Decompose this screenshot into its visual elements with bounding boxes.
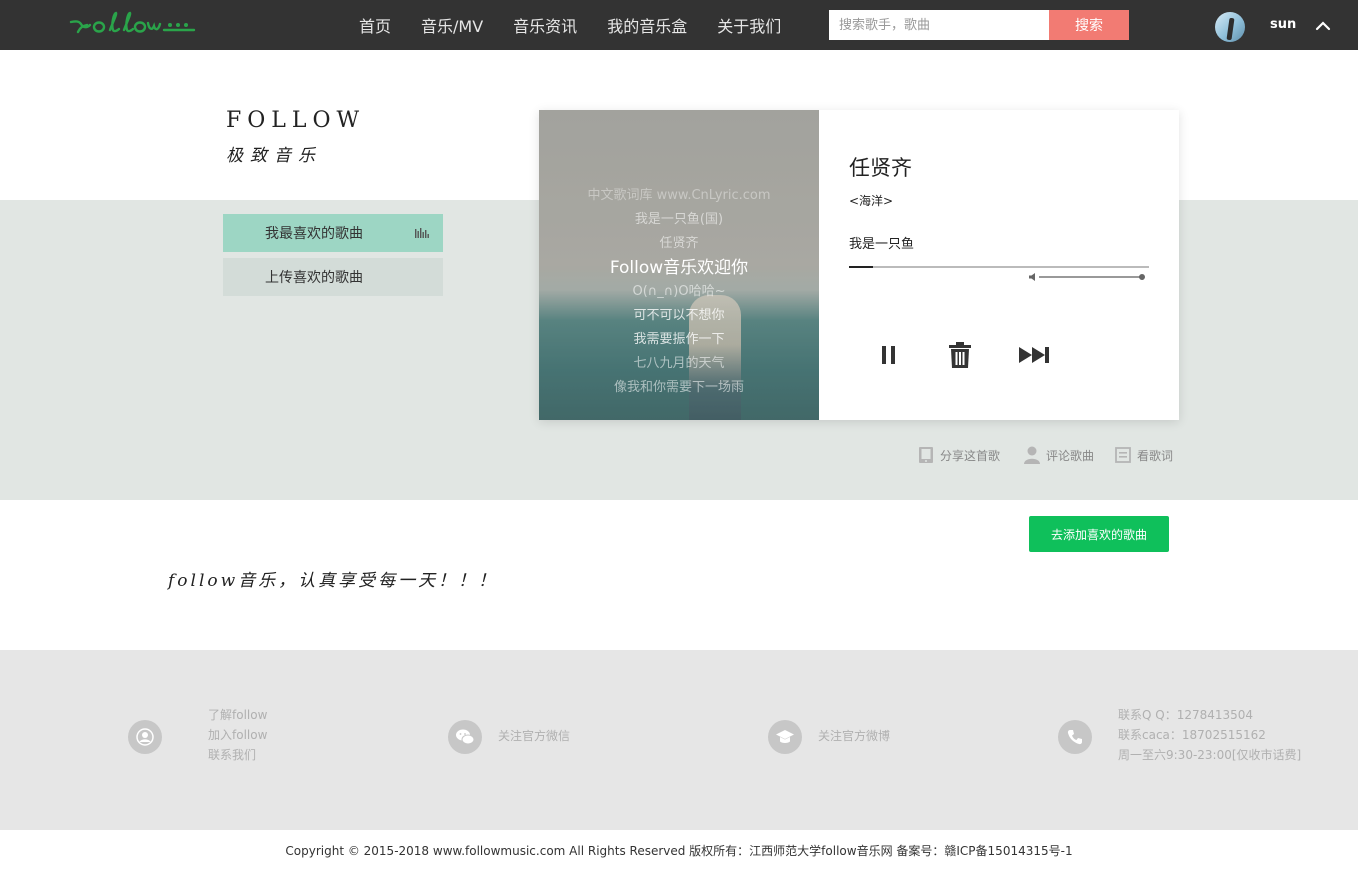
album-name: <海洋> [849, 194, 894, 208]
album-cover: 中文歌词库 www.CnLyric.com 我是一只鱼(国) 任贤齐 Follo… [539, 110, 819, 420]
pause-button[interactable] [879, 343, 901, 367]
tab-upload-songs[interactable]: 上传喜欢的歌曲 [223, 258, 443, 296]
link-about-follow[interactable]: 了解follow [208, 705, 267, 725]
nav-home[interactable]: 首页 [344, 13, 406, 37]
equalizer-icon [415, 228, 429, 238]
footer-wechat-label[interactable]: 关注官方微信 [498, 726, 570, 746]
wechat-icon[interactable] [448, 720, 482, 754]
tab-upload-songs-label: 上传喜欢的歌曲 [265, 270, 363, 286]
copyright: Copyright © 2015-2018 www.followmusic.co… [285, 844, 1073, 858]
brand-subtitle: 极致音乐 [226, 146, 322, 166]
lyric-line-current: Follow音乐欢迎你 [609, 258, 749, 278]
lyric-line: 七八九月的天气 [633, 356, 725, 371]
lyric-line: 中文歌词库 www.CnLyric.com [587, 188, 771, 203]
nav-music-news[interactable]: 音乐资讯 [498, 13, 592, 37]
weibo-icon[interactable] [768, 720, 802, 754]
contact-qq: 联系Q Q：1278413504 [1118, 708, 1254, 722]
contact-hours: 周一至六9:30-23:00[仅收市话费] [1118, 748, 1302, 762]
link-join-follow[interactable]: 加入follow [208, 725, 267, 745]
footer-contact-info: 联系Q Q：1278413504 联系caca：18702515162 周一至六… [1118, 705, 1301, 765]
view-lyrics-label: 看歌词 [1137, 448, 1174, 463]
nav-about-us[interactable]: 关于我们 [702, 13, 796, 37]
document-icon [1115, 447, 1131, 463]
share-song-label: 分享这首歌 [940, 448, 1001, 463]
follow-logo[interactable] [68, 10, 198, 40]
lyrics-panel: 中文歌词库 www.CnLyric.com 我是一只鱼(国) 任贤齐 Follo… [539, 184, 819, 400]
share-icon [919, 447, 933, 463]
slogan: follow音乐，认真享受每一天！！！ [168, 571, 499, 591]
artist-name: 任贤齐 [849, 156, 912, 180]
user-icon [136, 728, 154, 746]
link-contact-us[interactable]: 联系我们 [208, 745, 267, 765]
volume-slider[interactable] [1039, 276, 1144, 278]
comment-song-link[interactable]: 评论歌曲 [1024, 445, 1094, 465]
brand-block: FOLLOW 极致音乐 [226, 108, 365, 166]
search-button[interactable]: 搜索 [1049, 10, 1129, 40]
nav-my-music-box[interactable]: 我的音乐盒 [592, 13, 702, 37]
tab-favorite-songs[interactable]: 我最喜欢的歌曲 [223, 214, 443, 252]
tab-favorite-songs-label: 我最喜欢的歌曲 [265, 226, 363, 242]
music-player: 中文歌词库 www.CnLyric.com 我是一只鱼(国) 任贤齐 Follo… [539, 110, 1179, 420]
footer-weibo-label[interactable]: 关注官方微博 [818, 726, 890, 746]
trash-icon [949, 342, 971, 368]
volume-icon[interactable] [1028, 272, 1038, 282]
pause-icon [882, 346, 895, 364]
footer-user-icon [128, 720, 162, 754]
view-lyrics-link[interactable]: 看歌词 [1115, 445, 1173, 465]
user-avatar[interactable] [1215, 12, 1245, 42]
brand-title: FOLLOW [226, 108, 366, 133]
volume-knob[interactable] [1139, 274, 1145, 280]
add-favorite-songs-button[interactable]: 去添加喜欢的歌曲 [1029, 516, 1169, 552]
progress-fill [849, 266, 873, 268]
search-input[interactable] [829, 10, 1049, 40]
lyric-line: 我需要振作一下 [633, 332, 725, 347]
phone-icon [1058, 720, 1092, 754]
share-song-link[interactable]: 分享这首歌 [918, 445, 1000, 465]
progress-bar[interactable] [849, 266, 1149, 268]
top-navbar: 首页 音乐/MV 音乐资讯 我的音乐盒 关于我们 搜索 sun [0, 0, 1358, 50]
contact-phone: 联系caca：18702515162 [1118, 728, 1266, 742]
nav-music-mv[interactable]: 音乐/MV [406, 13, 498, 37]
main-nav: 首页 音乐/MV 音乐资讯 我的音乐盒 关于我们 [344, 0, 796, 50]
phone-glyph [1067, 730, 1082, 745]
lyric-line: 可不可以不想你 [633, 308, 725, 323]
wechat-glyph [456, 729, 475, 745]
user-icon [1024, 446, 1040, 464]
footer-about-links: 了解follow 加入follow 联系我们 [208, 705, 267, 765]
lyric-line: O(∩_∩)O哈哈~ [632, 284, 726, 299]
footer: 了解follow 加入follow 联系我们 关注官方微信 关注官方微博 联系Q… [0, 650, 1358, 830]
next-icon [1019, 347, 1049, 363]
next-button[interactable] [1018, 345, 1052, 365]
lyric-line: 我是一只鱼(国) [634, 212, 724, 227]
delete-button[interactable] [947, 341, 973, 369]
comment-song-label: 评论歌曲 [1046, 448, 1095, 463]
username[interactable]: sun [1270, 17, 1296, 32]
graduation-cap-icon [776, 730, 794, 743]
chevron-up-icon[interactable] [1314, 17, 1332, 35]
lyric-line: 任贤齐 [659, 236, 699, 251]
song-name: 我是一只鱼 [849, 237, 915, 252]
lyric-line: 像我和你需要下一场雨 [613, 380, 744, 395]
